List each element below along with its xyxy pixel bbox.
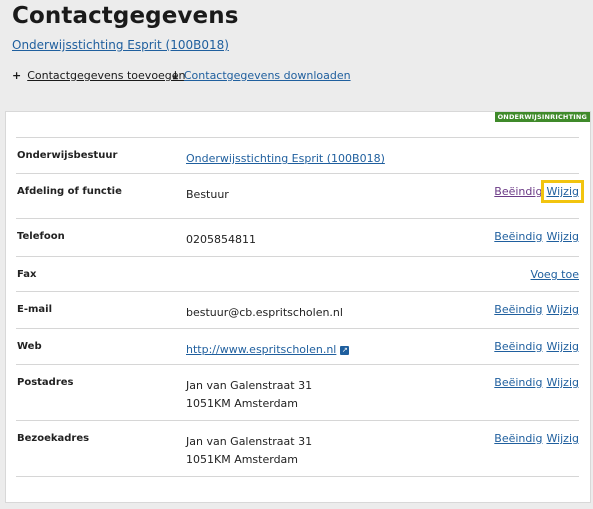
external-link-icon: ↗ — [340, 345, 350, 355]
add-contact-action[interactable]: + Contactgegevens toevoegen — [12, 69, 186, 82]
add-button[interactable]: Voeg toe — [531, 268, 579, 281]
end-button[interactable]: Beëindig — [494, 432, 542, 445]
end-button[interactable]: Beëindig — [494, 185, 542, 198]
row-label: Afdeling of functie — [17, 186, 122, 197]
row-value: bestuur@cb.espritscholen.nl — [186, 306, 343, 319]
edit-button[interactable]: Wijzig — [546, 340, 579, 353]
row-label: Postadres — [17, 377, 74, 388]
row-label: Web — [17, 341, 42, 352]
row-label: Onderwijsbestuur — [17, 150, 118, 161]
edit-button[interactable]: Wijzig — [546, 376, 579, 389]
download-contact-label: Contactgegevens downloaden — [183, 69, 351, 82]
row-label: E-mail — [17, 304, 53, 315]
row-value: http://www.espritscholen.nl ↗ — [186, 341, 350, 359]
status-badge: ONDERWIJSINRICHTING — [494, 112, 590, 122]
download-contact-action[interactable]: ⤓ Contactgegevens downloaden — [173, 69, 351, 83]
edit-button[interactable]: Wijzig — [546, 303, 579, 316]
address-line: 1051KM Amsterdam — [186, 453, 299, 466]
org-link[interactable]: Onderwijsstichting Esprit (100B018) — [12, 38, 229, 52]
add-contact-label: Contactgegevens toevoegen — [27, 69, 186, 82]
end-button[interactable]: Beëindig — [494, 376, 542, 389]
row-label: Bezoekadres — [17, 433, 90, 444]
row-postadres: Postadres Jan van Galenstraat 31 1051KM … — [16, 364, 579, 420]
row-value: Bestuur — [186, 188, 229, 201]
address-line: 1051KM Amsterdam — [186, 397, 299, 410]
row-telefoon: Telefoon 0205854811 Beëindig Wijzig — [16, 218, 579, 256]
row-fax: Fax Voeg toe — [16, 256, 579, 291]
row-onderwijsbestuur: Onderwijsbestuur Onderwijsstichting Espr… — [16, 137, 579, 173]
end-button[interactable]: Beëindig — [494, 230, 542, 243]
edit-button[interactable]: Wijzig — [546, 432, 579, 445]
row-label: Telefoon — [17, 231, 65, 242]
website-link[interactable]: http://www.espritscholen.nl — [186, 343, 336, 356]
end-button[interactable]: Beëindig — [494, 340, 542, 353]
download-icon: ⤓ — [173, 69, 178, 82]
contact-card: ONDERWIJSINRICHTING Onderwijsbestuur Ond… — [5, 111, 591, 503]
end-button[interactable]: Beëindig — [494, 303, 542, 316]
row-label: Fax — [17, 269, 37, 280]
edit-button[interactable]: Wijzig — [546, 230, 579, 243]
edit-button[interactable]: Wijzig — [541, 180, 584, 203]
contact-rows: Onderwijsbestuur Onderwijsstichting Espr… — [16, 137, 584, 477]
row-email: E-mail bestuur@cb.espritscholen.nl Beëin… — [16, 291, 579, 328]
address-line: Jan van Galenstraat 31 — [186, 379, 313, 392]
page-title: Contactgegevens — [12, 3, 239, 29]
plus-icon: + — [12, 69, 22, 82]
address-line: Jan van Galenstraat 31 — [186, 435, 313, 448]
row-value: 0205854811 — [186, 233, 256, 246]
row-web: Web http://www.espritscholen.nl ↗ Beëindi… — [16, 328, 579, 364]
bestuur-link[interactable]: Onderwijsstichting Esprit (100B018) — [186, 150, 385, 168]
row-value: Jan van Galenstraat 31 1051KM Amsterdam — [186, 377, 312, 413]
row-afdeling: Afdeling of functie Bestuur Beëindig Wijz… — [16, 173, 584, 218]
row-bezoekadres: Bezoekadres Jan van Galenstraat 31 1051K… — [16, 420, 579, 477]
row-value: Jan van Galenstraat 31 1051KM Amsterdam — [186, 433, 312, 469]
